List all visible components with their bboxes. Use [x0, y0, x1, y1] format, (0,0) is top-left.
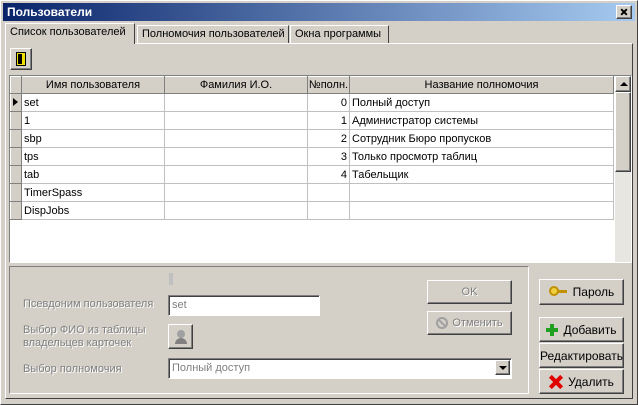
cell-permission-name[interactable]: Сотрудник Бюро пропусков [349, 129, 614, 148]
row-indicator [10, 129, 22, 148]
exit-door-icon [16, 52, 26, 66]
chevron-down-icon[interactable] [495, 360, 510, 375]
cell-permission-number[interactable]: 3 [307, 147, 350, 166]
column-header-username[interactable]: Имя пользователя [21, 76, 165, 94]
table-row[interactable]: tab 4 Табельщик [10, 165, 614, 184]
cell-fio[interactable] [164, 111, 308, 130]
key-icon [548, 286, 567, 298]
fio-label-line2: владельцев карточек [23, 337, 132, 349]
table-row[interactable]: DispJobs [10, 201, 614, 220]
cell-permission-number[interactable] [307, 201, 350, 220]
password-button[interactable]: Пароль [539, 279, 624, 305]
tab-label: Полномочия пользователей [142, 28, 285, 40]
users-window: Пользователи Список пользователей Полном… [0, 0, 638, 405]
table-row[interactable]: TimerSpass [10, 183, 614, 202]
tab-user-permissions[interactable]: Полномочия пользователей [137, 25, 289, 43]
cell-permission-number[interactable]: 0 [307, 93, 350, 112]
cell-username[interactable]: DispJobs [21, 201, 165, 220]
cell-fio[interactable] [164, 183, 308, 202]
tab-label: Список пользователей [10, 26, 126, 38]
x-icon [549, 375, 563, 389]
plus-icon [546, 323, 559, 336]
cell-permission-name[interactable]: Только просмотр таблиц [349, 147, 614, 166]
tab-program-windows[interactable]: Окна программы [290, 25, 389, 43]
ok-button-label: OK [461, 286, 478, 298]
window-title: Пользователи [7, 5, 93, 19]
cancel-button[interactable]: Отменить [427, 311, 512, 335]
cell-username[interactable]: 1 [21, 111, 165, 130]
cell-username[interactable]: TimerSpass [21, 183, 165, 202]
fio-select-button[interactable] [168, 324, 193, 349]
indicator-header [10, 76, 22, 94]
row-indicator [10, 111, 22, 130]
cell-fio[interactable] [164, 201, 308, 220]
users-table: Имя пользователя Фамилия И.О. №полн. Наз… [10, 76, 614, 220]
edit-button[interactable]: Редактировать [539, 343, 624, 368]
close-button[interactable] [616, 5, 632, 19]
column-header-fio[interactable]: Фамилия И.О. [164, 76, 308, 94]
delete-button-label: Удалить [568, 374, 614, 389]
title-bar[interactable]: Пользователи [3, 3, 635, 21]
no-entry-icon [436, 317, 449, 330]
cell-permission-name[interactable]: Табельщик [349, 165, 614, 184]
add-button-label: Добавить [563, 322, 617, 337]
exit-button[interactable] [10, 48, 32, 70]
row-indicator [10, 93, 22, 112]
cell-permission-name[interactable]: Администратор системы [349, 111, 614, 130]
cell-username[interactable]: tab [21, 165, 165, 184]
alias-input[interactable]: set [168, 295, 320, 316]
table-header-row: Имя пользователя Фамилия И.О. №полн. Наз… [10, 76, 614, 94]
tab-label: Окна программы [295, 28, 382, 40]
cell-permission-number[interactable]: 2 [307, 129, 350, 148]
vertical-scrollbar[interactable] [615, 76, 631, 262]
cell-permission-number[interactable]: 1 [307, 111, 350, 130]
cell-fio[interactable] [164, 165, 308, 184]
person-icon [174, 329, 188, 345]
cell-username[interactable]: sbp [21, 129, 165, 148]
cell-fio[interactable] [164, 129, 308, 148]
cell-username[interactable]: tps [21, 147, 165, 166]
edit-button-label: Редактировать [540, 348, 623, 363]
column-header-permission-number[interactable]: №полн. [307, 76, 350, 94]
delete-button[interactable]: Удалить [539, 369, 624, 394]
cell-permission-number[interactable]: 4 [307, 165, 350, 184]
table-row[interactable]: tps 3 Только просмотр таблиц [10, 147, 614, 166]
cell-fio[interactable] [164, 93, 308, 112]
table-row[interactable]: set 0 Полный доступ [10, 93, 614, 112]
alias-label: Псевдоним пользователя [23, 298, 154, 310]
cell-fio[interactable] [164, 147, 308, 166]
cancel-button-label: Отменить [452, 317, 503, 329]
password-button-label: Пароль [572, 285, 615, 299]
cell-permission-number[interactable] [307, 183, 350, 202]
column-header-permission-name[interactable]: Название полномочия [349, 76, 614, 94]
cell-permission-name[interactable] [349, 183, 614, 202]
row-indicator [10, 201, 22, 220]
row-indicator [10, 165, 22, 184]
row-indicator [10, 147, 22, 166]
cell-username[interactable]: set [21, 93, 165, 112]
table-row[interactable]: sbp 2 Сотрудник Бюро пропусков [10, 129, 614, 148]
fio-label-line1: Выбор ФИО из таблицы [23, 324, 146, 336]
cell-permission-name[interactable] [349, 201, 614, 220]
users-grid[interactable]: Имя пользователя Фамилия И.О. №полн. Наз… [9, 75, 632, 263]
ok-button[interactable]: OK [427, 280, 512, 304]
row-indicator [10, 183, 22, 202]
current-row-arrow-icon [13, 97, 18, 106]
table-row[interactable]: 1 1 Администратор системы [10, 111, 614, 130]
permission-select-value: Полный доступ [172, 362, 251, 374]
permission-label: Выбор полномочия [23, 363, 122, 375]
tab-users-list[interactable]: Список пользователей [5, 23, 135, 44]
permission-select[interactable]: Полный доступ [168, 358, 512, 379]
scroll-up-button[interactable] [615, 76, 631, 92]
cell-permission-name[interactable]: Полный доступ [349, 93, 614, 112]
add-button[interactable]: Добавить [539, 317, 624, 342]
scroll-thumb[interactable] [615, 92, 631, 172]
field-marker [169, 273, 173, 285]
